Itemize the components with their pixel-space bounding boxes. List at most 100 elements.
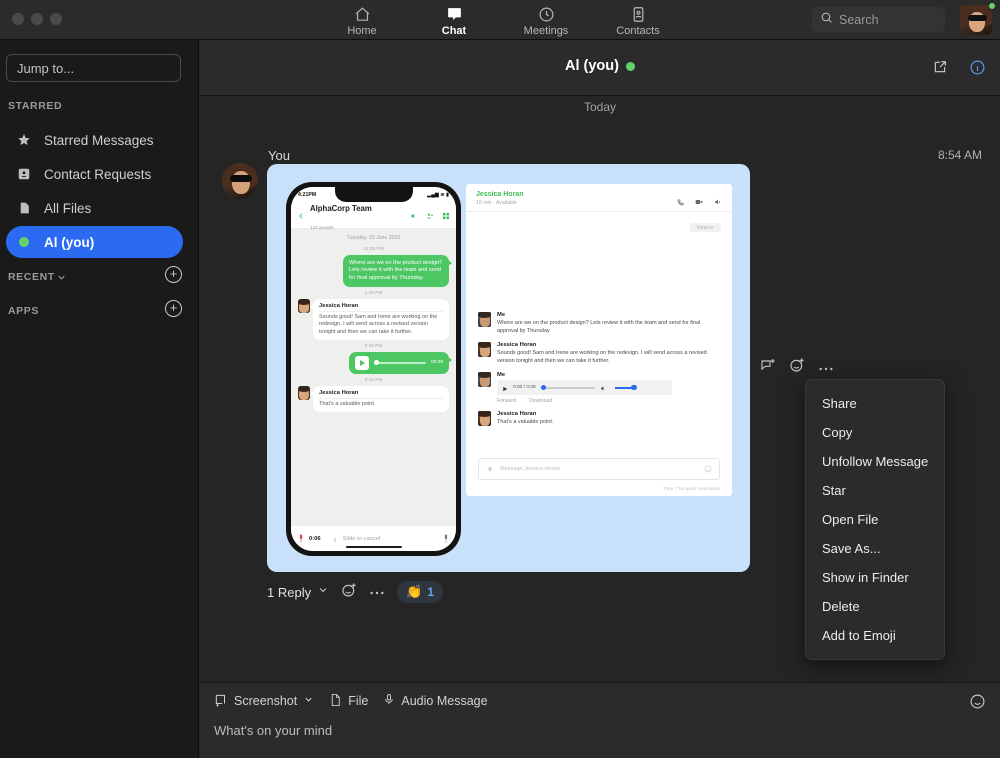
tab-meetings-label: Meetings xyxy=(523,25,569,37)
emoji-icon[interactable] xyxy=(969,693,986,715)
sidebar-item-starred-messages[interactable]: Starred Messages xyxy=(6,124,183,156)
main-nav-tabs: Home Chat Meetings Contacts xyxy=(328,0,672,40)
phone-chat-subtitle: 142 people xyxy=(310,225,334,231)
message-sender: You xyxy=(268,148,290,163)
desktop-header-icons xyxy=(677,193,722,211)
menu-item-copy[interactable]: Copy xyxy=(806,418,944,447)
menu-item-unfollow-message[interactable]: Unfollow Message xyxy=(806,447,944,476)
more-options-icon[interactable] xyxy=(369,583,385,601)
message-bubble-incoming: Jessica Horan That's a valuable point. xyxy=(310,385,449,413)
tab-meetings[interactable]: Meetings xyxy=(512,3,580,37)
sidebar-item-contact-requests[interactable]: Contact Requests xyxy=(6,158,183,190)
sidebar: STARRED Starred Messages Contact Request… xyxy=(0,40,199,758)
home-icon xyxy=(354,5,371,23)
tab-home[interactable]: Home xyxy=(328,3,396,37)
tab-contacts[interactable]: Contacts xyxy=(604,3,672,37)
reply-in-thread-icon[interactable] xyxy=(760,357,776,378)
audio-progress-bar xyxy=(540,384,595,391)
sidebar-section-recent[interactable]: RECENT xyxy=(8,271,55,283)
window-controls[interactable] xyxy=(12,13,62,25)
add-reaction-icon[interactable] xyxy=(341,582,357,603)
reaction-badge[interactable]: 👏 1 xyxy=(397,581,443,603)
screenshot-label: Screenshot xyxy=(234,694,298,708)
more-options-icon[interactable] xyxy=(818,359,834,377)
sidebar-item-label: Al (you) xyxy=(44,234,95,250)
screenshot-attachment[interactable]: Jessica Horan 10 min · Available TODAY M… xyxy=(267,164,750,572)
avatar xyxy=(478,312,491,327)
close-button[interactable] xyxy=(12,13,24,25)
sidebar-item-label: Contact Requests xyxy=(44,166,152,182)
context-menu: Share Copy Unfollow Message Star Open Fi… xyxy=(805,379,945,660)
info-icon[interactable] xyxy=(969,59,986,81)
day-separator: Today xyxy=(583,100,617,114)
message-row-incoming: Jessica Horan That's a valuable point. xyxy=(298,385,449,413)
audio-duration: 00:09 xyxy=(430,360,443,366)
menu-item-star[interactable]: Star xyxy=(806,476,944,505)
tab-home-label: Home xyxy=(347,25,377,37)
message-timestamp: 1:43 PM xyxy=(364,291,383,297)
jump-to-input[interactable] xyxy=(6,54,181,82)
tab-contacts-label: Contacts xyxy=(616,25,660,37)
search-box[interactable]: Search xyxy=(812,7,945,32)
sidebar-section-starred: STARRED xyxy=(8,100,63,112)
open-in-new-window-icon[interactable] xyxy=(932,59,948,80)
avatar xyxy=(478,372,491,388)
file-icon xyxy=(329,693,342,710)
search-icon xyxy=(820,11,833,29)
play-icon xyxy=(355,355,369,370)
audio-message-button[interactable]: Audio Message xyxy=(383,692,488,710)
chevron-down-icon[interactable] xyxy=(317,583,329,601)
message-timestamp: 8:54 AM xyxy=(937,148,982,162)
maximize-button[interactable] xyxy=(50,13,62,25)
menu-item-delete[interactable]: Delete xyxy=(806,592,944,621)
file-button[interactable]: File xyxy=(329,693,368,710)
reply-count-label[interactable]: 1 Reply xyxy=(267,585,311,600)
speaker-icon xyxy=(714,193,722,211)
add-app-button[interactable]: + xyxy=(165,300,182,317)
play-icon xyxy=(502,379,508,397)
avatar xyxy=(298,299,310,314)
files-icon xyxy=(16,201,32,215)
minimize-button[interactable] xyxy=(31,13,43,25)
screenshot-button[interactable]: Screenshot xyxy=(214,693,314,710)
menu-item-save-as[interactable]: Save As... xyxy=(806,534,944,563)
chevron-down-icon[interactable] xyxy=(303,694,314,708)
sidebar-item-label: Starred Messages xyxy=(44,132,154,148)
sidebar-item-al-you[interactable]: Al (you) xyxy=(6,226,183,258)
title-bar: Home Chat Meetings Contacts Search xyxy=(0,0,1000,40)
list-item: Me 0:00 / 0:09 Forward Download xyxy=(478,372,720,404)
phone-notch xyxy=(334,187,413,202)
chevron-down-icon[interactable] xyxy=(56,270,67,288)
message-input[interactable] xyxy=(214,717,974,743)
chat-bubble-icon xyxy=(446,5,463,23)
tab-chat[interactable]: Chat xyxy=(420,3,488,37)
avatar-sunglasses xyxy=(230,175,252,182)
sidebar-item-label: All Files xyxy=(44,200,92,216)
sidebar-item-all-files[interactable]: All Files xyxy=(6,192,183,224)
message-timestamp: 12:29 PM xyxy=(363,247,384,252)
menu-item-add-to-emoji[interactable]: Add to Emoji xyxy=(806,621,944,650)
list-item: Jessica Horan Sounds good! Sam and Irene… xyxy=(478,342,720,365)
clap-emoji: 👏 xyxy=(406,584,423,599)
message-composer: Screenshot File Audio Message xyxy=(200,682,1000,758)
message-bubble-outgoing: Where are we on the product design? Lets… xyxy=(343,255,452,288)
profile-avatar[interactable] xyxy=(960,5,992,35)
audio-position: 0:00 / 0:09 xyxy=(513,385,536,391)
chat-header: Al (you) xyxy=(200,40,1000,96)
back-chevron-icon xyxy=(297,207,305,225)
add-reaction-icon[interactable] xyxy=(789,357,805,378)
menu-item-show-in-finder[interactable]: Show in Finder xyxy=(806,563,944,592)
menu-item-open-file[interactable]: Open File xyxy=(806,505,944,534)
phone-chat-title: AlphaCorp Team xyxy=(310,203,372,213)
phone-icon xyxy=(677,193,684,211)
message-text: Sounds good! Sam and Irene are working o… xyxy=(497,350,707,364)
desktop-message-list: Me Where are we on the product design? L… xyxy=(466,312,732,434)
message-sender: Jessica Horan xyxy=(319,390,443,399)
tab-chat-label: Chat xyxy=(441,25,467,37)
add-recent-button[interactable]: + xyxy=(165,266,182,283)
status-badge xyxy=(625,61,635,71)
list-item: Me Where are we on the product design? L… xyxy=(478,312,720,335)
phone-status-indicators: ▂▄▆ ≋ ▮ xyxy=(427,192,449,198)
grid-icon xyxy=(442,207,450,225)
menu-item-share[interactable]: Share xyxy=(806,389,944,418)
